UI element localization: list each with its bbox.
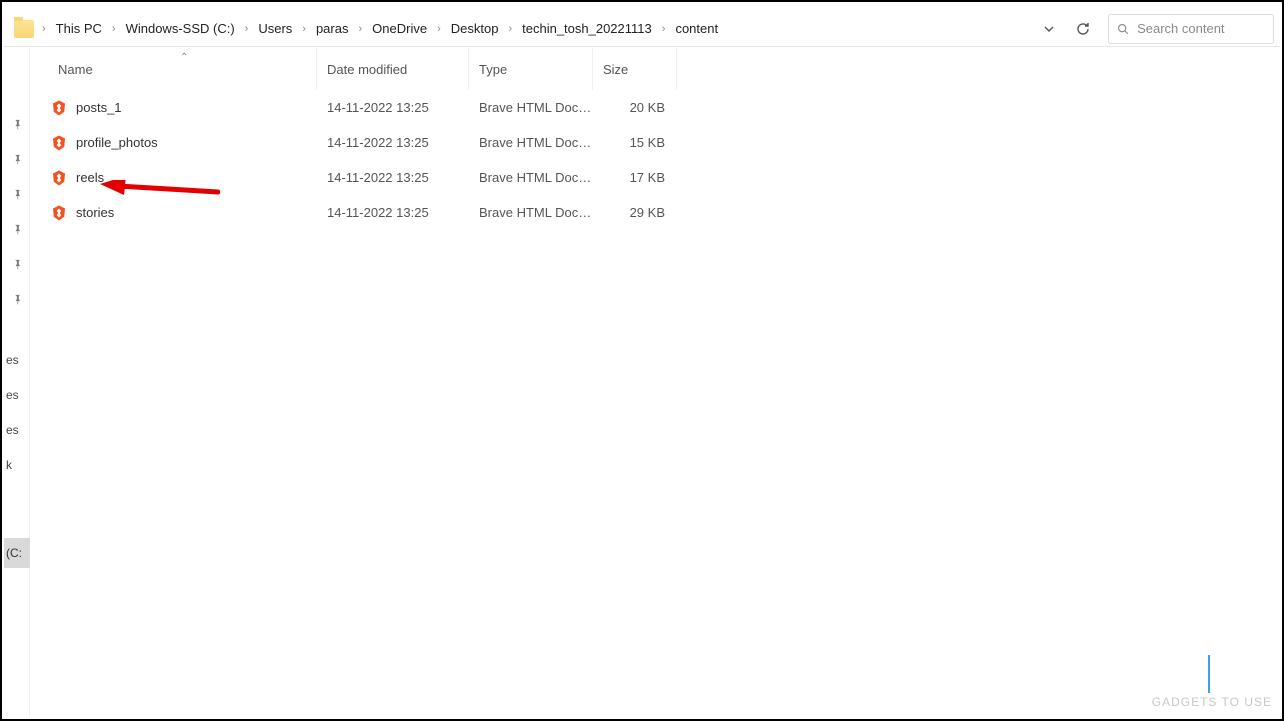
pin-icon <box>9 256 25 272</box>
nav-item-truncated[interactable]: es <box>4 412 30 447</box>
brave-icon <box>50 134 68 152</box>
crumb-this-pc[interactable]: This PC <box>50 11 108 46</box>
file-row[interactable]: posts_1 14-11-2022 13:25Brave HTML Docu…2… <box>30 90 1280 125</box>
file-row[interactable]: profile_photos 14-11-2022 13:25Brave HTML… <box>30 125 1280 160</box>
file-size: 29 KB <box>593 205 677 220</box>
pin-icon <box>9 291 25 307</box>
search-box[interactable] <box>1108 14 1274 44</box>
file-type: Brave HTML Docu… <box>469 170 593 185</box>
pinned-item[interactable] <box>4 141 30 176</box>
nav-item-truncated[interactable]: k <box>4 447 30 482</box>
sort-ascending-icon: ⌃ <box>180 52 188 63</box>
chevron-right-icon[interactable]: › <box>354 23 366 35</box>
column-headers: Name ⌃ Date modified Type Size <box>30 48 1280 90</box>
file-list: Name ⌃ Date modified Type Size posts_1 14… <box>30 48 1280 717</box>
pin-icon <box>9 116 25 132</box>
pin-icon <box>9 151 25 167</box>
file-size: 20 KB <box>593 100 677 115</box>
pinned-item[interactable] <box>4 176 30 211</box>
file-name: posts_1 <box>76 100 122 115</box>
crumb-users[interactable]: Users <box>252 11 298 46</box>
chevron-right-icon[interactable]: › <box>504 23 516 35</box>
column-name-label: Name <box>58 62 93 77</box>
refresh-button[interactable] <box>1066 11 1100 46</box>
column-type[interactable]: Type <box>469 48 593 90</box>
navigation-pane: es es es k (C: <box>4 48 30 717</box>
file-name: profile_photos <box>76 135 158 150</box>
chevron-right-icon[interactable]: › <box>108 23 120 35</box>
brave-icon <box>50 169 68 187</box>
selection-marker <box>1208 655 1210 693</box>
chevron-right-icon[interactable]: › <box>658 23 670 35</box>
file-date: 14-11-2022 13:25 <box>317 135 469 150</box>
search-icon <box>1117 22 1129 36</box>
file-size: 17 KB <box>593 170 677 185</box>
nav-item-truncated[interactable]: es <box>4 342 30 377</box>
chevron-right-icon[interactable]: › <box>433 23 445 35</box>
file-row[interactable]: stories 14-11-2022 13:25Brave HTML Docu…2… <box>30 195 1280 230</box>
crumb-folder-1[interactable]: techin_tosh_20221113 <box>516 11 658 46</box>
column-size[interactable]: Size <box>593 48 677 90</box>
file-type: Brave HTML Docu… <box>469 135 593 150</box>
nav-item-selected[interactable]: (C: <box>4 538 30 568</box>
file-date: 14-11-2022 13:25 <box>317 100 469 115</box>
crumb-current[interactable]: content <box>669 11 724 46</box>
watermark: GADGETS TO USE <box>1152 695 1272 709</box>
brave-icon <box>50 204 68 222</box>
recent-locations-button[interactable] <box>1032 11 1066 46</box>
file-name: reels <box>76 170 104 185</box>
nav-item-truncated[interactable]: es <box>4 377 30 412</box>
file-date: 14-11-2022 13:25 <box>317 205 469 220</box>
crumb-desktop[interactable]: Desktop <box>445 11 505 46</box>
pinned-item[interactable] <box>4 246 30 281</box>
address-bar: › This PC › Windows-SSD (C:) › Users › p… <box>4 11 1280 47</box>
file-size: 15 KB <box>593 135 677 150</box>
chevron-right-icon[interactable]: › <box>38 23 50 35</box>
column-name[interactable]: Name ⌃ <box>30 48 317 90</box>
pinned-item[interactable] <box>4 211 30 246</box>
crumb-onedrive[interactable]: OneDrive <box>366 11 433 46</box>
column-date[interactable]: Date modified <box>317 48 469 90</box>
file-name: stories <box>76 205 114 220</box>
pin-icon <box>9 186 25 202</box>
pinned-item[interactable] <box>4 106 30 141</box>
chevron-right-icon[interactable]: › <box>298 23 310 35</box>
crumb-drive[interactable]: Windows-SSD (C:) <box>120 11 241 46</box>
folder-icon <box>14 20 34 38</box>
file-date: 14-11-2022 13:25 <box>317 170 469 185</box>
file-row[interactable]: reels 14-11-2022 13:25Brave HTML Docu…17 … <box>30 160 1280 195</box>
search-input[interactable] <box>1137 21 1265 36</box>
pinned-item[interactable] <box>4 281 30 316</box>
file-type: Brave HTML Docu… <box>469 100 593 115</box>
pin-icon <box>9 221 25 237</box>
chevron-right-icon[interactable]: › <box>241 23 253 35</box>
file-type: Brave HTML Docu… <box>469 205 593 220</box>
crumb-user[interactable]: paras <box>310 11 355 46</box>
breadcrumb: › This PC › Windows-SSD (C:) › Users › p… <box>38 11 724 46</box>
brave-icon <box>50 99 68 117</box>
